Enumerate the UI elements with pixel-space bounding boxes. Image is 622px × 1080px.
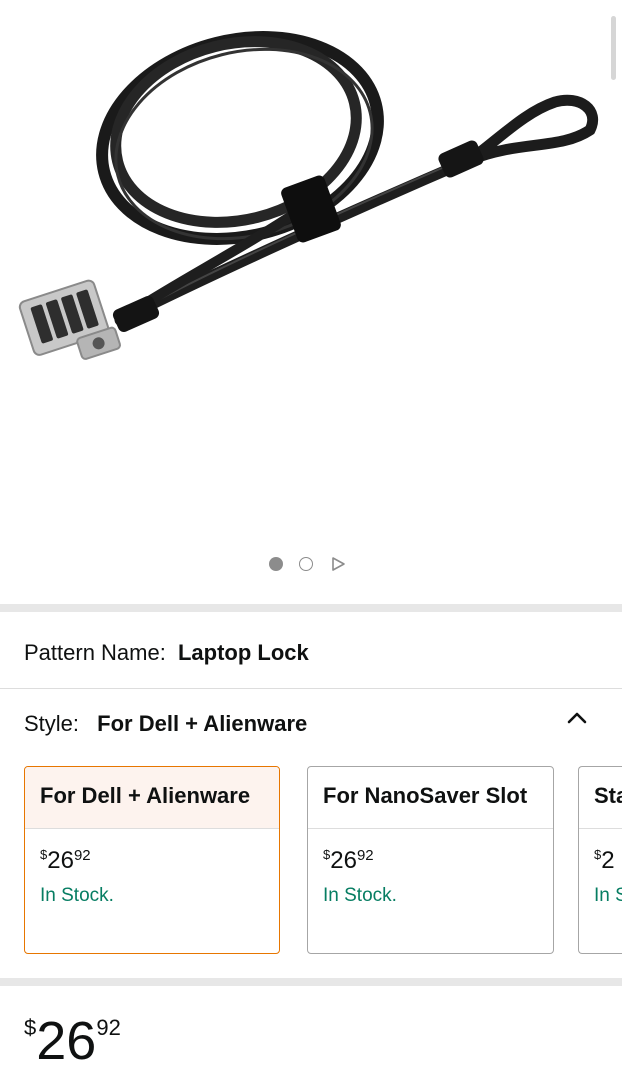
chevron-up-icon[interactable] — [565, 706, 589, 730]
price-currency: $ — [24, 1015, 37, 1040]
pattern-name-row: Pattern Name: Laptop Lock — [24, 640, 309, 666]
style-label: Style: — [24, 711, 80, 736]
pattern-name-value: Laptop Lock — [177, 640, 309, 665]
style-option-title: For NanoSaver Slot — [308, 767, 553, 829]
carousel-dot-active[interactable] — [269, 557, 283, 571]
stock-status: In S — [594, 885, 622, 906]
carousel-dot[interactable] — [299, 557, 313, 571]
stock-status: In Stock. — [323, 885, 397, 906]
style-option-nanosaver-slot[interactable]: For NanoSaver Slot $2692 In Stock. — [307, 766, 554, 954]
style-option-title: Sta — [579, 767, 622, 829]
image-carousel-indicator[interactable] — [0, 554, 622, 574]
price-fraction: 92 — [73, 847, 91, 864]
pattern-name-label: Pattern Name: — [24, 640, 166, 665]
stock-status: In Stock. — [40, 885, 114, 906]
price-whole: 26 — [47, 847, 74, 874]
row-divider — [0, 688, 622, 689]
section-divider — [0, 604, 622, 612]
style-value: For Dell + Alienware — [97, 711, 308, 736]
price-fraction: 92 — [356, 847, 374, 864]
section-divider — [0, 978, 622, 986]
product-price: $2692 — [24, 1010, 121, 1072]
style-option-price: $2692 — [323, 847, 374, 875]
price-whole: 26 — [330, 847, 357, 874]
style-option-partial[interactable]: Sta $2 In S — [578, 766, 622, 954]
style-option-price: $2692 — [40, 847, 91, 875]
product-image[interactable] — [0, 0, 622, 540]
style-row[interactable]: Style: For Dell + Alienware — [24, 711, 307, 737]
style-option-price: $2 — [594, 847, 615, 875]
price-fraction: 92 — [96, 1015, 121, 1040]
price-whole: 26 — [36, 1011, 97, 1071]
play-icon[interactable] — [330, 556, 346, 572]
cable-lock-image — [18, 31, 598, 360]
price-whole: 2 — [601, 847, 615, 874]
style-option-title: For Dell + Alienware — [25, 767, 279, 829]
style-option-dell-alienware[interactable]: For Dell + Alienware $2692 In Stock. — [24, 766, 280, 954]
